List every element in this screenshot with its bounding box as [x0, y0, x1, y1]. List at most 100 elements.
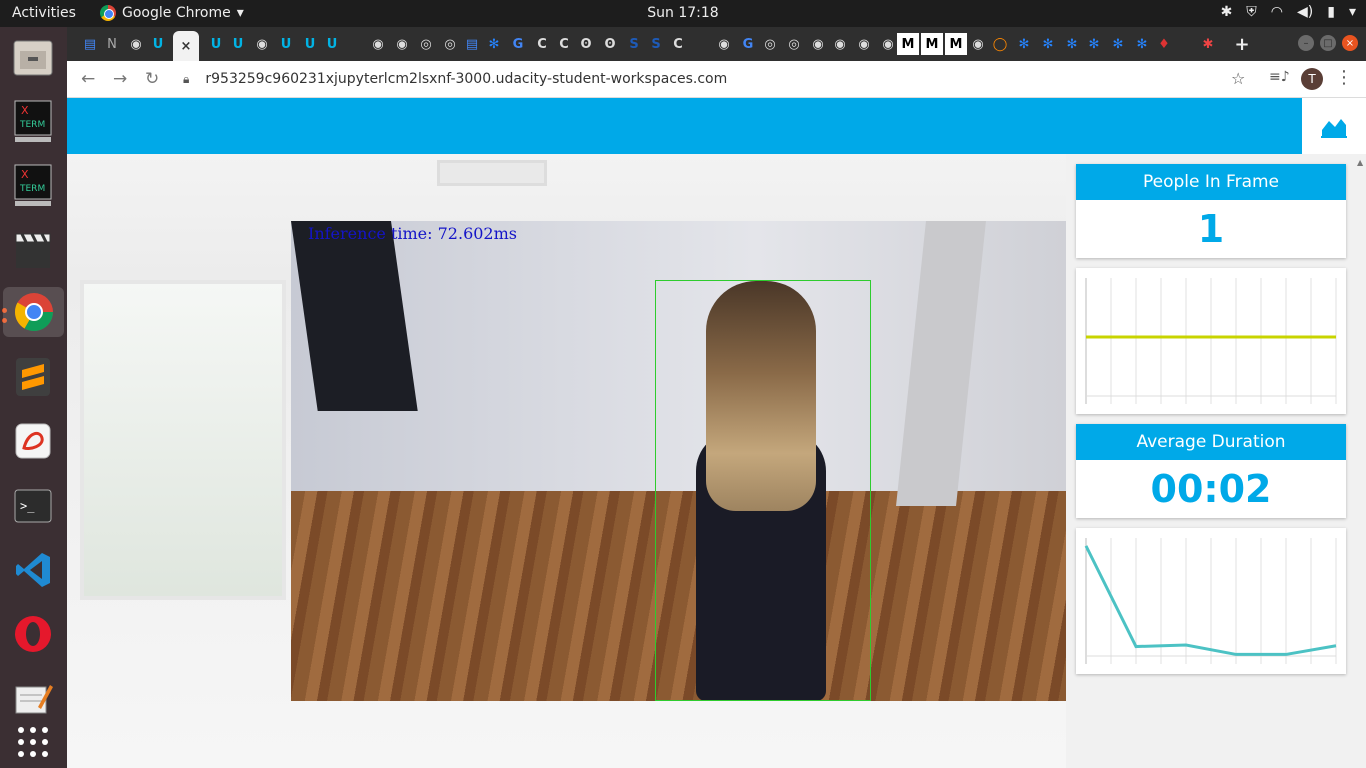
activities-button[interactable]: Activities: [12, 5, 76, 21]
system-tray[interactable]: ✱ ⛨ ◠ ◀) ▮ ▾: [1221, 4, 1356, 20]
tab-c[interactable]: C: [667, 33, 689, 55]
people-chart-card: [1076, 268, 1346, 414]
chrome-dock-item[interactable]: [3, 287, 64, 337]
volume-icon[interactable]: ◀): [1297, 4, 1313, 20]
show-apps-dock-item[interactable]: [8, 717, 58, 767]
page-header-bar: [67, 98, 1302, 154]
clock[interactable]: Sun 17:18: [647, 5, 718, 21]
new-tab-button[interactable]: +: [1231, 33, 1253, 55]
xterm-dock-item-2[interactable]: X TERM: [8, 160, 58, 210]
document-viewer-dock-item[interactable]: [8, 416, 58, 466]
tab-github[interactable]: ◉: [829, 33, 851, 55]
tab-udacity[interactable]: U: [147, 33, 169, 55]
tab-gear[interactable]: ✻: [1107, 33, 1129, 55]
tab-medium[interactable]: M: [897, 33, 919, 55]
media-control-icon[interactable]: ≡♪: [1269, 69, 1290, 85]
person-bounding-box: [655, 280, 871, 701]
back-icon[interactable]: ←: [81, 69, 95, 89]
chevron-down-icon[interactable]: ▾: [1349, 4, 1356, 20]
tab-s[interactable]: S: [623, 33, 645, 55]
tab-active[interactable]: ×: [173, 31, 199, 61]
tab-google[interactable]: G: [507, 33, 529, 55]
tab-udacity[interactable]: U: [275, 33, 297, 55]
tab-github[interactable]: ◉: [713, 33, 735, 55]
panel-scrollbar[interactable]: ▲: [1356, 154, 1366, 768]
tab-github[interactable]: ◉: [807, 33, 829, 55]
tab-circle[interactable]: ◎: [439, 33, 461, 55]
tab-github[interactable]: ◉: [367, 33, 389, 55]
shield-icon[interactable]: ⛨: [1246, 4, 1257, 20]
tab-s[interactable]: S: [645, 33, 667, 55]
tab-circle[interactable]: ◎: [783, 33, 805, 55]
editor-icon: [15, 685, 53, 714]
tab-github[interactable]: ◉: [877, 33, 899, 55]
area-chart-icon: [1321, 119, 1347, 138]
tab-gear[interactable]: ✻: [1131, 33, 1153, 55]
tab-medium[interactable]: M: [945, 33, 967, 55]
tab-circle[interactable]: ◎: [759, 33, 781, 55]
tab-udacity[interactable]: U: [321, 33, 343, 55]
lock-icon[interactable]: 🔒︎: [183, 72, 189, 87]
tab-slack[interactable]: ✱: [1197, 33, 1219, 55]
xterm-dock-item[interactable]: X TERM: [8, 96, 58, 146]
tab-github[interactable]: ◉: [125, 33, 147, 55]
wifi-icon[interactable]: ◠: [1271, 4, 1283, 20]
terminal-dock-item[interactable]: >_: [8, 482, 58, 532]
people-in-frame-value: 1: [1197, 207, 1225, 251]
tab-owl[interactable]: ʘ: [599, 33, 621, 55]
tab-udacity[interactable]: U: [299, 33, 321, 55]
tab-udacity[interactable]: U: [205, 33, 227, 55]
stats-toggle-button[interactable]: [1302, 98, 1366, 154]
files-dock-item[interactable]: [8, 33, 58, 83]
reload-icon[interactable]: ↻: [145, 69, 159, 89]
tab-github[interactable]: ◉: [853, 33, 875, 55]
tab-gear[interactable]: ✻: [1061, 33, 1083, 55]
maximize-icon[interactable]: □: [1320, 35, 1336, 51]
tab-github[interactable]: ◉: [967, 33, 989, 55]
tab-jupyter[interactable]: ◯: [989, 33, 1011, 55]
tab-gear[interactable]: ✻: [1037, 33, 1059, 55]
minimize-icon[interactable]: –: [1298, 35, 1314, 51]
video-editor-dock-item[interactable]: [8, 224, 58, 274]
close-icon[interactable]: ×: [181, 39, 192, 54]
slack-tray-icon[interactable]: ✱: [1221, 4, 1233, 20]
tab-google[interactable]: G: [737, 33, 759, 55]
people-in-frame-title: People In Frame: [1076, 164, 1346, 200]
tab-docs[interactable]: ▤: [79, 33, 101, 55]
vscode-dock-item[interactable]: [8, 545, 58, 595]
svg-text:X: X: [21, 168, 29, 181]
sublime-icon: [16, 358, 50, 396]
menu-kebab-icon[interactable]: ⋮: [1335, 67, 1353, 88]
tab-circle[interactable]: ◎: [415, 33, 437, 55]
tab-owl[interactable]: ʘ: [575, 33, 597, 55]
inference-time-label: Inference time: 72.602ms: [308, 224, 517, 243]
svg-text:X: X: [21, 104, 29, 117]
battery-icon[interactable]: ▮: [1327, 4, 1335, 20]
forward-icon[interactable]: →: [113, 69, 127, 89]
tab-gear[interactable]: ✻: [1083, 33, 1105, 55]
people-in-frame-card: People In Frame 1: [1076, 164, 1346, 258]
evince-icon: [15, 423, 51, 459]
tab-gear[interactable]: ✻: [1013, 33, 1035, 55]
close-window-icon[interactable]: ×: [1342, 35, 1358, 51]
tab-github[interactable]: ◉: [391, 33, 413, 55]
tab-medium[interactable]: M: [921, 33, 943, 55]
profile-avatar[interactable]: T: [1301, 68, 1323, 90]
app-menu[interactable]: Google Chrome ▾: [100, 5, 244, 21]
sublime-dock-item[interactable]: [8, 352, 58, 402]
tab-n[interactable]: N: [101, 33, 123, 55]
address-bar[interactable]: 🔒︎ r953259c960231xjupyterlcm2lsxnf-3000.…: [175, 65, 1255, 93]
bookmark-star-icon[interactable]: ☆: [1231, 69, 1245, 88]
duration-chart-card: [1076, 528, 1346, 674]
tab-c[interactable]: C: [531, 33, 553, 55]
tab-udacity[interactable]: U: [227, 33, 249, 55]
tab-docs[interactable]: ▤: [461, 33, 483, 55]
tab-gear[interactable]: ✻: [483, 33, 505, 55]
stats-panel: People In Frame 1 Average Duration 00:02: [1066, 154, 1366, 768]
tab-c[interactable]: C: [553, 33, 575, 55]
tab-github[interactable]: ◉: [251, 33, 273, 55]
scroll-up-arrow-icon[interactable]: ▲: [1357, 158, 1363, 167]
text-editor-dock-item[interactable]: [8, 673, 58, 723]
tab-misc[interactable]: ♦: [1153, 33, 1175, 55]
opera-dock-item[interactable]: [8, 609, 58, 659]
